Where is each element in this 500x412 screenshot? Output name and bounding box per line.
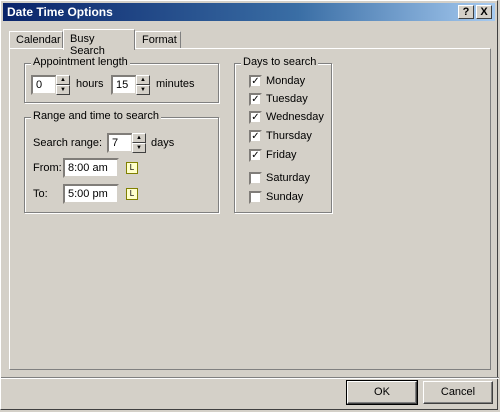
days-to-search-group: Days to search ✓ Monday ✓ Tuesday ✓ Wedn… xyxy=(234,56,332,213)
days-unit-label: days xyxy=(151,137,175,149)
busy-search-panel: Appointment length 0 ▲ ▼ hours 15 ▲ ▼ mi… xyxy=(9,48,491,370)
hours-spinner[interactable]: ▲ ▼ xyxy=(56,75,70,95)
spin-up-icon[interactable]: ▲ xyxy=(56,75,70,85)
sunday-checkbox[interactable] xyxy=(249,191,262,204)
range-time-legend: Range and time to search xyxy=(31,110,161,122)
title-bar[interactable]: Date Time Options ? X xyxy=(3,3,495,21)
minutes-input[interactable]: 15 xyxy=(111,75,137,95)
search-range-input[interactable]: 7 xyxy=(107,133,133,153)
tab-calendar[interactable]: Calendar xyxy=(9,31,63,49)
footer-divider xyxy=(1,377,499,379)
cancel-button[interactable]: Cancel xyxy=(423,381,493,404)
search-range-spinner[interactable]: ▲ ▼ xyxy=(132,133,146,153)
range-time-group: Range and time to search Search range: 7… xyxy=(24,110,219,213)
appointment-length-legend: Appointment length xyxy=(31,56,130,68)
dialog-window: Date Time Options ? X Calendar Busy Sear… xyxy=(0,0,499,410)
ok-button[interactable]: OK xyxy=(346,380,418,405)
thursday-label[interactable]: Thursday xyxy=(266,130,312,142)
help-button[interactable]: ? xyxy=(458,5,474,19)
from-time-input[interactable]: 8:00 am xyxy=(63,158,119,178)
days-to-search-legend: Days to search xyxy=(241,56,319,68)
tuesday-label[interactable]: Tuesday xyxy=(266,93,308,105)
window-title: Date Time Options xyxy=(7,5,113,19)
wednesday-checkbox[interactable]: ✓ xyxy=(249,111,262,124)
wednesday-label[interactable]: Wednesday xyxy=(266,111,324,123)
friday-label[interactable]: Friday xyxy=(266,149,297,161)
saturday-label[interactable]: Saturday xyxy=(266,172,310,184)
minutes-label: minutes xyxy=(156,78,195,90)
spin-down-icon[interactable]: ▼ xyxy=(132,143,146,153)
to-time-input[interactable]: 5:00 pm xyxy=(63,184,119,204)
hours-label: hours xyxy=(76,78,104,90)
spin-up-icon[interactable]: ▲ xyxy=(136,75,150,85)
to-label: To: xyxy=(33,188,48,200)
monday-label[interactable]: Monday xyxy=(266,75,305,87)
clock-icon[interactable]: L xyxy=(126,188,138,200)
monday-checkbox[interactable]: ✓ xyxy=(249,75,262,88)
friday-checkbox[interactable]: ✓ xyxy=(249,149,262,162)
from-label: From: xyxy=(33,162,62,174)
clock-icon[interactable]: L xyxy=(126,162,138,174)
tab-busy-search[interactable]: Busy Search xyxy=(63,29,135,57)
search-range-label: Search range: xyxy=(33,137,103,149)
tuesday-checkbox[interactable]: ✓ xyxy=(249,93,262,106)
hours-input[interactable]: 0 xyxy=(31,75,57,95)
spin-down-icon[interactable]: ▼ xyxy=(136,85,150,95)
minutes-spinner[interactable]: ▲ ▼ xyxy=(136,75,150,95)
spin-up-icon[interactable]: ▲ xyxy=(132,133,146,143)
tab-format[interactable]: Format xyxy=(135,31,181,49)
saturday-checkbox[interactable] xyxy=(249,172,262,185)
spin-down-icon[interactable]: ▼ xyxy=(56,85,70,95)
close-button[interactable]: X xyxy=(476,5,492,19)
sunday-label[interactable]: Sunday xyxy=(266,191,303,203)
thursday-checkbox[interactable]: ✓ xyxy=(249,130,262,143)
appointment-length-group: Appointment length 0 ▲ ▼ hours 15 ▲ ▼ mi… xyxy=(24,56,219,103)
